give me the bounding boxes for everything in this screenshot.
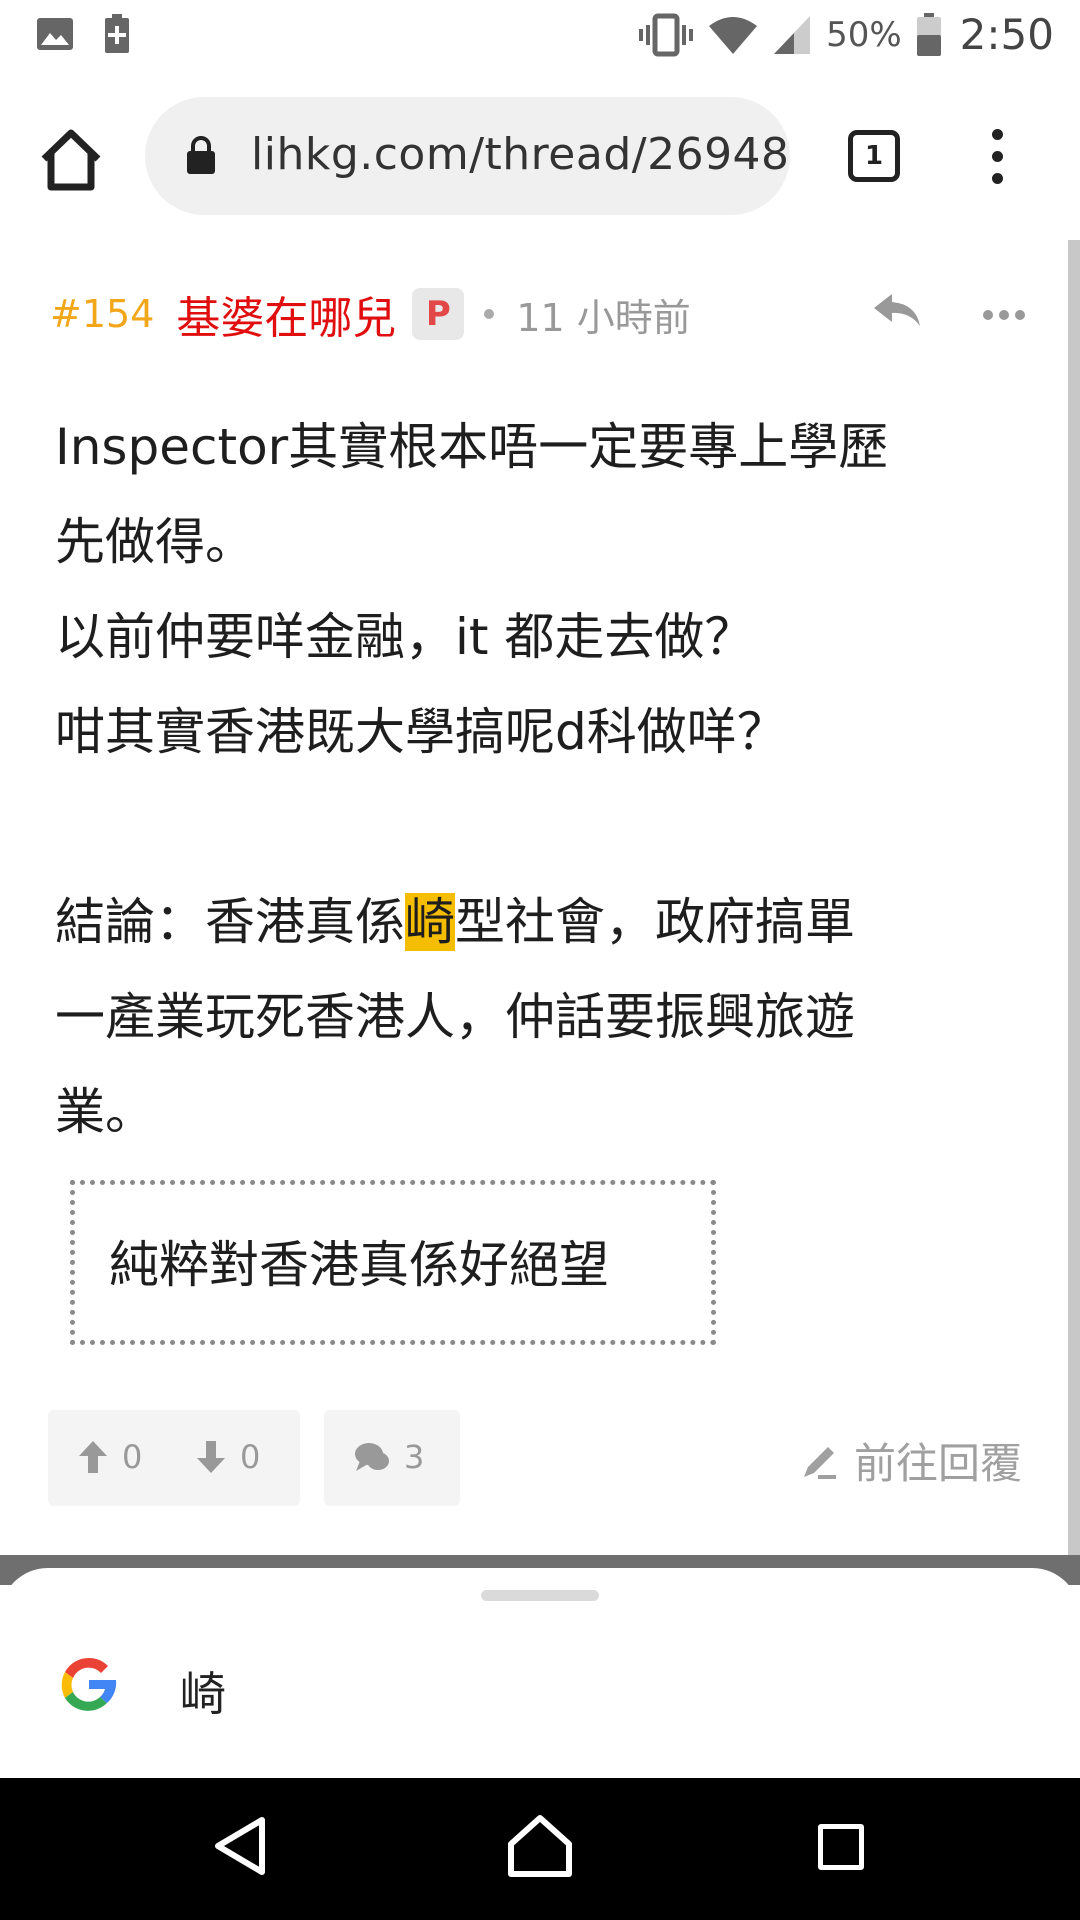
thumb-down-arrow-icon xyxy=(197,1441,225,1473)
browser-toolbar: lihkg.com/thread/26948 1 xyxy=(0,75,1080,240)
content-line: 結論：香港真係崎型社會，政府搞單 xyxy=(55,875,1015,970)
home-icon[interactable] xyxy=(36,125,106,195)
comments-button[interactable]: 3 xyxy=(324,1410,460,1506)
highlighted-word[interactable]: 崎 xyxy=(405,893,455,951)
post-time: 11 小時前 xyxy=(516,295,691,340)
content-line: 以前仲要咩金融，it 都走去做？ xyxy=(55,608,755,666)
google-icon xyxy=(61,1657,117,1711)
home-nav-icon[interactable] xyxy=(505,1812,575,1880)
scrollbar[interactable] xyxy=(1068,240,1080,1555)
goto-reply-link[interactable]: 前往回覆 xyxy=(800,1430,1022,1491)
recents-icon[interactable] xyxy=(818,1824,864,1870)
quote-box: 純粹對香港真係好絕望 xyxy=(70,1180,716,1345)
upvote-count: 0 xyxy=(122,1438,143,1476)
url-bar[interactable]: lihkg.com/thread/26948 xyxy=(145,97,790,215)
vote-box: 0 0 xyxy=(48,1410,300,1506)
sheet-drag-handle[interactable] xyxy=(481,1590,599,1601)
comment-icon xyxy=(355,1443,389,1471)
battery-icon xyxy=(916,12,941,56)
reply-icon[interactable] xyxy=(872,290,922,330)
separator-dot xyxy=(484,309,495,319)
post-header: #154 基婆在哪兒 P 11 小時前 xyxy=(50,284,691,344)
downvote-count: 0 xyxy=(240,1438,261,1476)
post-card: #154 基婆在哪兒 P 11 小時前 Inspector其實根本唔一定要專上學… xyxy=(0,240,1068,1555)
post-content: Inspector其實根本唔一定要專上學歷 先做得。 以前仲要咩金融，it 都走… xyxy=(55,400,1015,1160)
downvote-button[interactable]: 0 xyxy=(196,1438,260,1476)
battery-percent: 50% xyxy=(826,14,902,55)
content-text: 結論：香港真係 xyxy=(55,893,405,951)
content-line: 咁其實香港既大學搞呢d科做咩？ xyxy=(55,703,787,761)
gallery-icon xyxy=(37,18,73,50)
quote-text: 純粹對香港真係好絕望 xyxy=(109,1236,609,1294)
tab-switcher-button[interactable]: 1 xyxy=(848,130,900,182)
content-line: 先做得。 xyxy=(55,513,255,571)
thumb-up-arrow-icon xyxy=(79,1441,107,1473)
pen-icon xyxy=(804,1446,836,1479)
clock: 2:50 xyxy=(959,10,1054,59)
battery-saver-icon xyxy=(105,14,129,53)
vibrate-icon xyxy=(639,13,694,56)
status-bar: 50% 2:50 xyxy=(0,0,1080,75)
system-nav-bar xyxy=(0,1778,1080,1920)
user-badge: P xyxy=(412,288,465,340)
signal-icon xyxy=(774,15,811,54)
post-more-icon[interactable] xyxy=(983,310,1025,320)
content-line: Inspector其實根本唔一定要專上學歷 xyxy=(55,418,889,476)
lock-icon[interactable] xyxy=(185,135,217,175)
content-line: 一產業玩死香港人，仲話要振興旅遊 xyxy=(55,988,855,1046)
upvote-button[interactable]: 0 xyxy=(78,1438,142,1476)
content-text: 型社會，政府搞單 xyxy=(455,893,855,951)
content-line: 業。 xyxy=(55,1083,155,1141)
back-icon[interactable] xyxy=(212,1814,268,1878)
url-text[interactable]: lihkg.com/thread/26948 xyxy=(251,129,790,180)
wifi-icon xyxy=(709,16,758,54)
comment-count: 3 xyxy=(404,1438,425,1476)
search-term[interactable]: 崎 xyxy=(180,1658,226,1724)
more-menu-icon[interactable] xyxy=(985,129,1009,185)
username[interactable]: 基婆在哪兒 xyxy=(176,282,396,346)
contextual-search-sheet[interactable]: 崎 xyxy=(0,1568,1080,1778)
post-number[interactable]: #154 xyxy=(50,292,154,336)
goto-reply-label: 前往回覆 xyxy=(854,1439,1023,1488)
